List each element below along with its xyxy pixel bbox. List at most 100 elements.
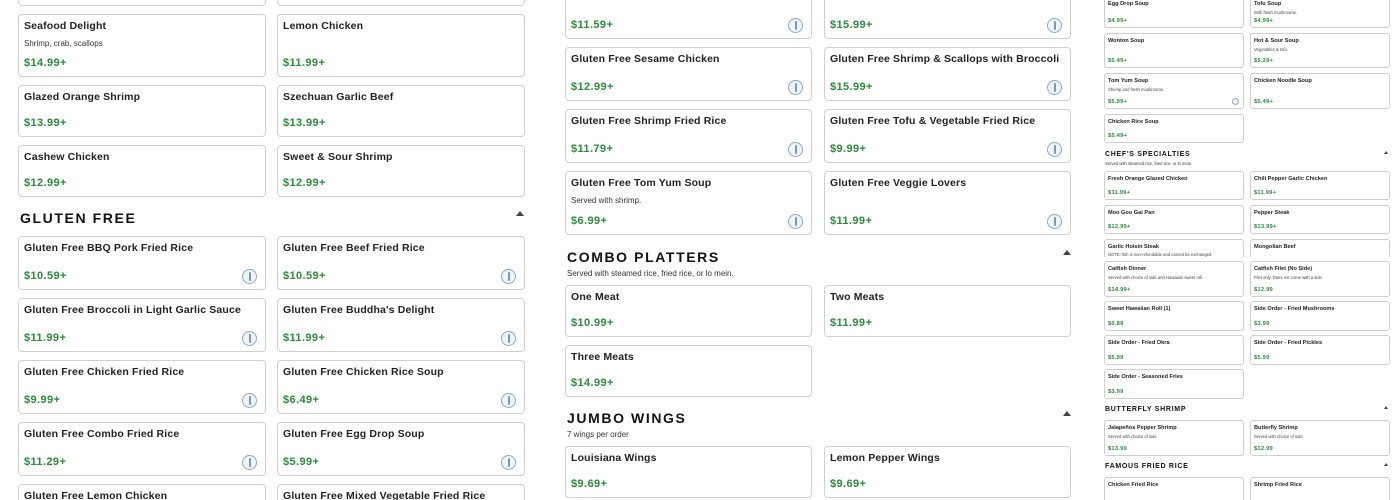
chevron-up-icon[interactable] bbox=[1384, 406, 1388, 409]
item-price: $12.99+ bbox=[1108, 224, 1131, 230]
chevron-up-icon[interactable] bbox=[1384, 151, 1388, 154]
item-price: $12.99 bbox=[1254, 446, 1273, 452]
menu-item-card[interactable]: Three Meats $14.99+ bbox=[565, 345, 812, 397]
menu-item-card[interactable]: Sweet & Sour Shrimp $12.99+ bbox=[277, 145, 525, 197]
menu-item-card[interactable]: Jalapeños Pepper Shrimp Served with choi… bbox=[1104, 420, 1244, 456]
item-price: $5.99+ bbox=[1108, 99, 1128, 105]
chevron-up-icon[interactable] bbox=[1063, 250, 1071, 255]
item-description: Served with choice of side bbox=[1108, 434, 1157, 439]
menu-item-card[interactable]: Gluten Free Shrimp & Scallops with Brocc… bbox=[824, 47, 1071, 101]
section-title-combo-platters: COMBO PLATTERS bbox=[567, 249, 720, 265]
item-price: $5.29+ bbox=[1254, 58, 1274, 64]
menu-item-card[interactable]: Gluten Free Chicken Fried Rice $9.99+ bbox=[18, 360, 266, 414]
menu-item-card[interactable]: Cashew Chicken $12.99+ bbox=[18, 145, 266, 197]
menu-item-card[interactable]: Chicken Fried Rice bbox=[1104, 477, 1244, 500]
item-price: $10.99+ bbox=[571, 317, 614, 329]
menu-item-card[interactable]: Gluten Free Egg Drop Soup $5.99+ bbox=[277, 422, 525, 476]
menu-item-card-cut[interactable] bbox=[277, 0, 525, 6]
menu-item-card[interactable]: Catfish Filet (No Side) Filet only. Does… bbox=[1250, 261, 1390, 297]
menu-item-card[interactable]: Sweet Hawaiian Roll (1) $0.89 bbox=[1104, 301, 1244, 331]
menu-item-card[interactable]: Gluten Free BBQ Pork Fried Rice $10.59+ bbox=[18, 236, 266, 290]
item-name: Gluten Free Tom Yum Soup bbox=[571, 177, 712, 189]
menu-item-card[interactable]: $11.59+ bbox=[565, 0, 812, 39]
menu-item-card[interactable]: Side Order - Fried Okra $5.99 bbox=[1104, 335, 1244, 365]
menu-item-card[interactable]: Lemon Pepper Wings $9.69+ bbox=[824, 446, 1071, 498]
menu-item-card[interactable]: Hot & Sour Soup Vegetables & tofu. $5.29… bbox=[1250, 33, 1390, 68]
menu-item-card[interactable]: Fresh Orange Glazed Chicken $11.99+ bbox=[1104, 171, 1244, 200]
menu-item-card[interactable]: Lemon Chicken $11.99+ bbox=[277, 14, 525, 77]
item-name: Side Order - Fried Pickles bbox=[1254, 340, 1323, 346]
menu-item-card[interactable]: Side Order - Fried Pickles $5.99 bbox=[1250, 335, 1390, 365]
menu-item-card[interactable]: Chicken Rice Soup $5.49+ bbox=[1104, 114, 1244, 143]
item-name: Louisiana Wings bbox=[571, 452, 657, 464]
chevron-up-icon[interactable] bbox=[1384, 463, 1388, 466]
item-price: $13.99+ bbox=[283, 117, 326, 129]
item-name: Wonton Soup bbox=[1108, 38, 1145, 44]
item-name: Lemon Chicken bbox=[283, 20, 364, 32]
item-description: Shrimp, crab, scallops bbox=[24, 39, 103, 48]
item-name: Jalapeños Pepper Shrimp bbox=[1108, 425, 1177, 431]
item-name: One Meat bbox=[571, 291, 620, 303]
chevron-up-icon[interactable] bbox=[516, 211, 524, 216]
menu-item-card[interactable]: Chicken Noodle Soup $5.49+ bbox=[1250, 73, 1390, 109]
item-price: $5.49+ bbox=[1254, 99, 1274, 105]
gluten-free-icon bbox=[242, 455, 257, 470]
item-name: Sweet Hawaiian Roll (1) bbox=[1108, 306, 1171, 312]
menu-item-card[interactable]: Gluten Free Broccoli in Light Garlic Sau… bbox=[18, 298, 266, 352]
item-price: $6.49+ bbox=[283, 394, 320, 406]
menu-item-card[interactable]: Side Order - Fried Mushrooms $3.99 bbox=[1250, 301, 1390, 331]
menu-item-card[interactable]: Wonton Soup $5.49+ bbox=[1104, 33, 1244, 68]
menu-item-card[interactable]: Szechuan Garlic Beef $13.99+ bbox=[277, 85, 525, 137]
menu-item-card[interactable]: Gluten Free Buddha's Delight $11.99+ bbox=[277, 298, 525, 352]
menu-item-card[interactable]: Gluten Free Veggie Lovers $11.99+ bbox=[824, 171, 1071, 235]
item-name: Mongolian Beef bbox=[1254, 244, 1296, 250]
item-description: Served with shrimp. bbox=[571, 196, 642, 205]
item-description: NOTE: fish is non-refundable and cannot … bbox=[1108, 252, 1212, 257]
gluten-free-icon bbox=[242, 393, 257, 408]
menu-item-card[interactable]: Gluten Free Combo Fried Rice $11.29+ bbox=[18, 422, 266, 476]
menu-item-card[interactable]: Egg Drop Soup $4.99+ bbox=[1104, 0, 1244, 28]
gluten-free-icon bbox=[788, 18, 803, 33]
menu-item-card[interactable]: Gluten Free Lemon Chicken bbox=[18, 484, 266, 500]
item-price: $10.59+ bbox=[283, 270, 326, 282]
menu-item-card[interactable]: Pepper Steak $13.99+ bbox=[1250, 205, 1390, 234]
menu-item-card-cut[interactable] bbox=[18, 0, 266, 6]
menu-item-card[interactable]: Shrimp Fried Rice bbox=[1250, 477, 1390, 500]
menu-item-card[interactable]: Catfish Dinner Served with choice of sid… bbox=[1104, 261, 1244, 297]
item-price: $12.99+ bbox=[24, 177, 67, 189]
menu-item-card[interactable]: Gluten Free Tofu & Vegetable Fried Rice … bbox=[824, 109, 1071, 163]
menu-item-card[interactable]: Gluten Free Shrimp Fried Rice $11.79+ bbox=[565, 109, 812, 163]
menu-item-card[interactable]: Side Order - Seasoned Fries $3.99 bbox=[1104, 369, 1244, 399]
item-name: Gluten Free Buddha's Delight bbox=[283, 304, 435, 316]
gluten-free-icon bbox=[1047, 214, 1062, 229]
chevron-up-icon[interactable] bbox=[1063, 411, 1071, 416]
menu-item-card[interactable]: One Meat $10.99+ bbox=[565, 285, 812, 337]
menu-item-card[interactable]: Tofu Soup With fresh mushrooms. $4.99+ bbox=[1250, 0, 1390, 28]
menu-item-card[interactable]: Butterfly Shrimp Served with choice of s… bbox=[1250, 420, 1390, 456]
menu-item-card[interactable]: $15.99+ bbox=[824, 0, 1071, 39]
menu-item-card[interactable]: Moo Goo Gai Pan $12.99+ bbox=[1104, 205, 1244, 234]
item-price: $14.99+ bbox=[24, 57, 67, 69]
menu-item-card[interactable]: Louisiana Wings $9.69+ bbox=[565, 446, 812, 498]
menu-item-card[interactable]: Seafood Delight Shrimp, crab, scallops $… bbox=[18, 14, 266, 77]
menu-item-card[interactable]: Chili Pepper Garlic Chicken $11.99+ bbox=[1250, 171, 1390, 200]
item-price: $13.99 bbox=[1108, 446, 1127, 452]
menu-item-card[interactable]: Gluten Free Sesame Chicken $12.99+ bbox=[565, 47, 812, 101]
menu-item-card[interactable]: Garlic Hoisin Steak NOTE: fish is non-re… bbox=[1104, 239, 1244, 257]
menu-item-card[interactable]: Gluten Free Chicken Rice Soup $6.49+ bbox=[277, 360, 525, 414]
menu-item-card[interactable]: Mongolian Beef bbox=[1250, 239, 1390, 257]
menu-item-card[interactable]: Tom Yum Soup Shrimp and fresh mushrooms.… bbox=[1104, 73, 1244, 109]
item-price: $14.99+ bbox=[1108, 287, 1131, 293]
gluten-free-icon bbox=[788, 80, 803, 95]
menu-item-card[interactable]: Gluten Free Mixed Vegetable Fried Rice bbox=[277, 484, 525, 500]
item-price: $11.99+ bbox=[283, 332, 326, 344]
menu-item-card[interactable]: Gluten Free Beef Fried Rice $10.59+ bbox=[277, 236, 525, 290]
menu-item-card[interactable]: Two Meats $11.99+ bbox=[824, 285, 1071, 337]
menu-item-card[interactable]: Glazed Orange Shrimp $13.99+ bbox=[18, 85, 266, 137]
section-title-famous-fried-rice: FAMOUS FRIED RICE bbox=[1105, 463, 1189, 470]
menu-item-card[interactable]: Gluten Free Tom Yum Soup Served with shr… bbox=[565, 171, 812, 235]
item-price: $11.99+ bbox=[830, 215, 873, 227]
item-price: $4.99+ bbox=[1108, 18, 1128, 24]
item-name: Lemon Pepper Wings bbox=[830, 452, 940, 464]
item-name: Shrimp Fried Rice bbox=[1254, 482, 1302, 488]
